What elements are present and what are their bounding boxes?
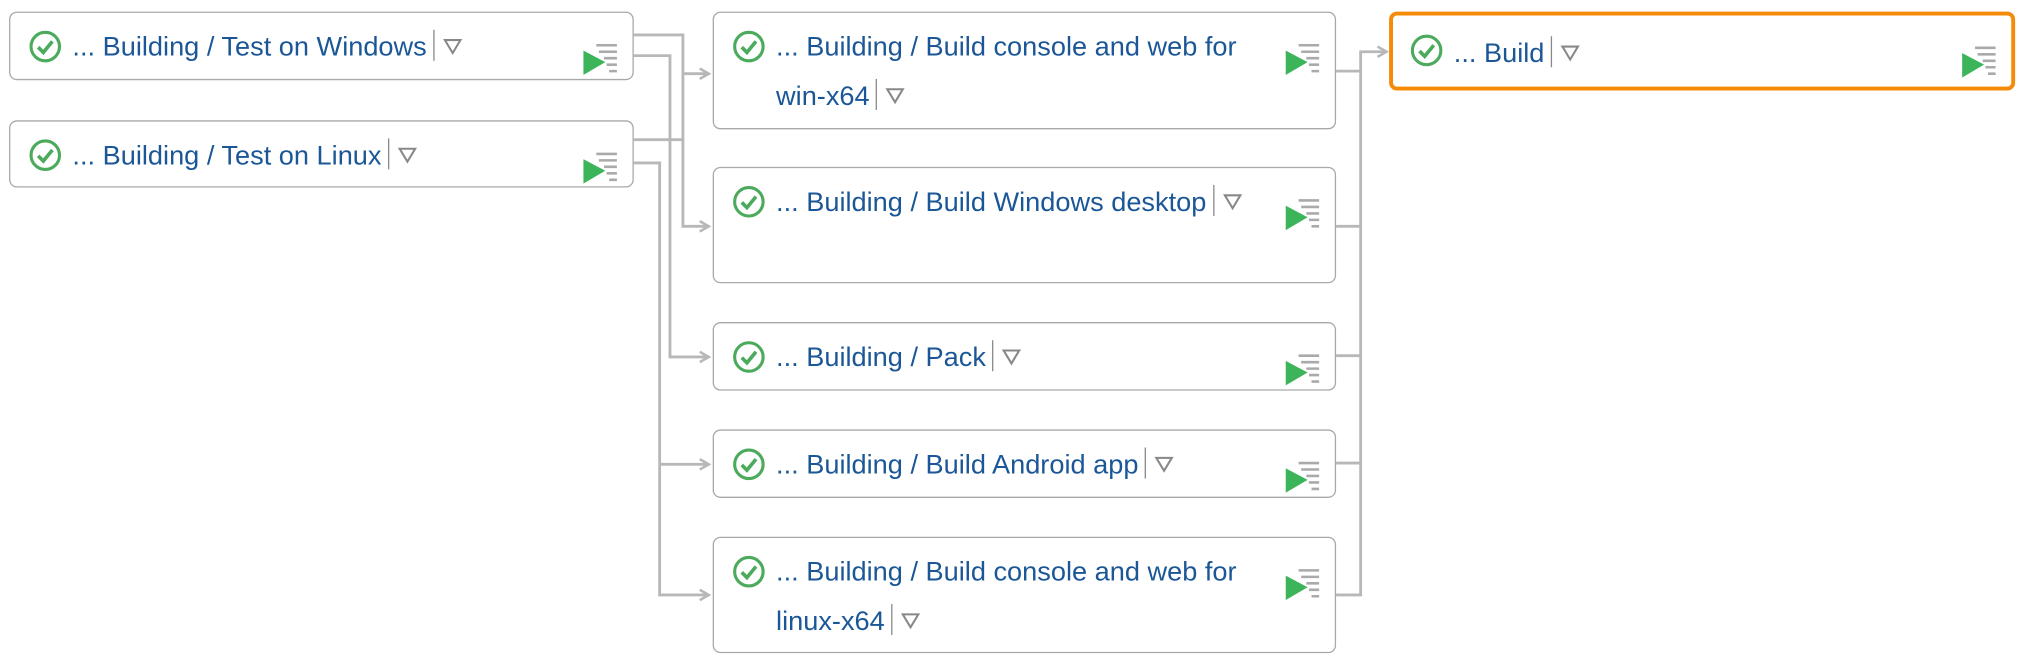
- build-node-title[interactable]: ... Building / Build Windows desktop: [776, 178, 1257, 227]
- connector: [681, 73, 709, 227]
- build-node-build-linux-x64[interactable]: ... Building / Build console and web for…: [712, 536, 1337, 654]
- connector: [1336, 52, 1386, 597]
- check-circle-icon: [733, 30, 765, 63]
- build-node-build-android[interactable]: ... Building / Build Android app: [712, 429, 1337, 498]
- ellipsis: ...: [776, 557, 799, 588]
- triangle-down-icon[interactable]: [397, 146, 418, 164]
- build-node-label[interactable]: Building / Build console and web for win…: [776, 32, 1237, 111]
- build-node-title[interactable]: ... Building / Build console and web for…: [776, 548, 1257, 646]
- build-node-build-win-x64[interactable]: ... Building / Build console and web for…: [712, 11, 1337, 130]
- build-node-label[interactable]: Building / Build console and web for lin…: [776, 557, 1237, 636]
- build-log-icon[interactable]: [1962, 44, 1996, 78]
- build-node-title[interactable]: ... Building / Build console and web for…: [776, 23, 1257, 121]
- ellipsis: ...: [776, 187, 799, 218]
- build-node-build-windows-desktop[interactable]: ... Building / Build Windows desktop: [712, 166, 1337, 284]
- build-node-test-linux[interactable]: ... Building / Test on Linux: [9, 120, 634, 188]
- build-node-label[interactable]: Building / Test on Windows: [103, 32, 427, 62]
- triangle-down-icon[interactable]: [1154, 455, 1175, 473]
- ellipsis: ...: [776, 32, 799, 63]
- build-node-title[interactable]: ... Building / Test on Linux: [72, 132, 554, 181]
- build-node-title[interactable]: ... Building / Test on Windows: [72, 23, 554, 72]
- ellipsis: ...: [776, 342, 799, 373]
- check-circle-icon: [1410, 34, 1443, 67]
- build-log-icon[interactable]: [1285, 41, 1320, 76]
- build-node-label[interactable]: Building / Pack: [806, 343, 986, 373]
- separator: [387, 138, 390, 170]
- build-log-icon[interactable]: [1285, 352, 1320, 386]
- build-node-label[interactable]: Building / Test on Linux: [103, 141, 382, 171]
- triangle-down-icon[interactable]: [900, 612, 921, 630]
- ellipsis: ...: [1453, 38, 1477, 69]
- check-circle-icon: [733, 185, 765, 218]
- build-node-label[interactable]: Building / Build Android app: [806, 450, 1138, 480]
- separator: [1144, 447, 1147, 479]
- separator: [1212, 184, 1215, 216]
- check-circle-icon: [733, 555, 765, 588]
- ellipsis: ...: [72, 140, 96, 171]
- build-log-icon[interactable]: [583, 41, 617, 76]
- build-node-title[interactable]: ... Building / Build Android app: [776, 441, 1257, 490]
- separator: [992, 340, 994, 372]
- build-log-icon[interactable]: [1285, 197, 1320, 231]
- build-node-test-windows[interactable]: ... Building / Test on Windows: [9, 11, 634, 81]
- build-node-title[interactable]: ... Build: [1454, 30, 1934, 79]
- build-node-title[interactable]: ... Building / Pack: [776, 334, 1257, 383]
- check-circle-icon: [29, 139, 62, 171]
- ellipsis: ...: [72, 32, 96, 63]
- triangle-down-icon[interactable]: [885, 87, 906, 105]
- ellipsis: ...: [776, 450, 799, 480]
- triangle-down-icon[interactable]: [1222, 193, 1243, 211]
- triangle-down-icon[interactable]: [442, 38, 463, 56]
- separator: [876, 78, 878, 110]
- build-log-icon[interactable]: [583, 150, 617, 184]
- build-node-label[interactable]: Build: [1484, 39, 1544, 69]
- connector: [633, 54, 709, 357]
- build-log-icon[interactable]: [1285, 459, 1320, 493]
- build-log-icon[interactable]: [1285, 567, 1320, 601]
- check-circle-icon: [29, 30, 62, 63]
- build-node-build[interactable]: ... Build: [1389, 11, 2016, 91]
- separator: [1550, 36, 1553, 68]
- check-circle-icon: [733, 341, 765, 373]
- separator: [433, 29, 435, 61]
- separator: [891, 604, 893, 636]
- check-circle-icon: [733, 448, 765, 481]
- triangle-down-icon[interactable]: [1001, 348, 1022, 366]
- build-node-label[interactable]: Building / Build Windows desktop: [806, 188, 1206, 218]
- triangle-down-icon[interactable]: [1560, 44, 1581, 62]
- build-chain-diagram: ... Building / Test on Windows ... Build…: [0, 0, 2028, 667]
- build-node-pack[interactable]: ... Building / Pack: [712, 322, 1337, 391]
